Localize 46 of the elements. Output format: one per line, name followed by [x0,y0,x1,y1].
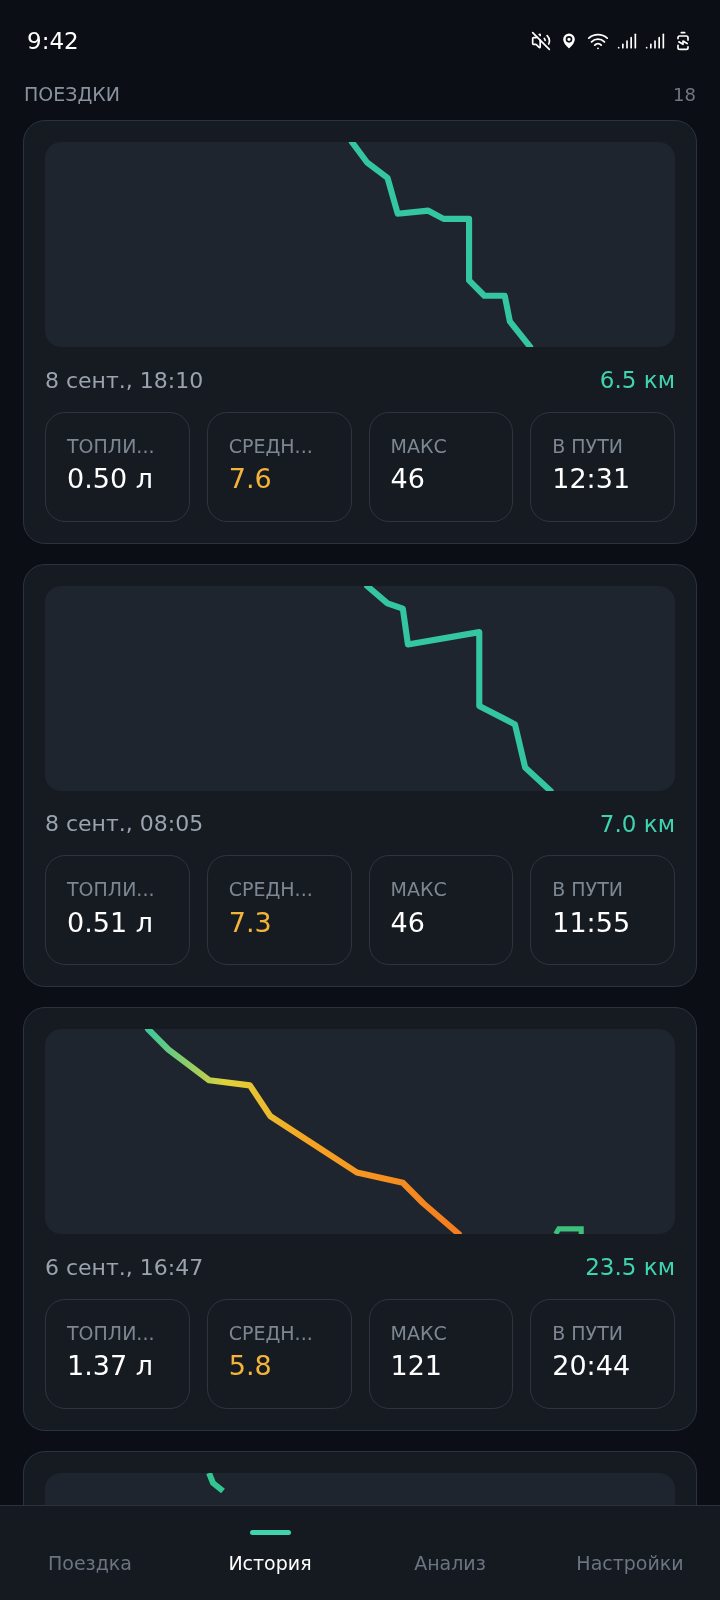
trip-count: 18 [673,82,696,107]
stat-label: СРЕДН... [228,878,314,902]
stat-value: 0.51 л [67,905,154,940]
stat-value: 12:31 [552,462,632,496]
status-time: 9:42 [27,26,79,56]
signal-icon [645,31,665,51]
stat-label: ТОПЛИ... [67,434,156,459]
trip-card[interactable]: 8 сент., 18:10 6.5 км ТОПЛИ... 0.50 л СРЕДН... 7.6 МАКС 46 В ПУТИ 12:31 [23,120,697,544]
trip-card[interactable]: 6 сент., 16:47 23.5 км ТОПЛИ... 1.37 л СРЕДН... 5.8 МАКС 121 В ПУТИ 20:44 [23,1007,697,1431]
stat-value: 5.8 [228,1349,273,1383]
section-title: ПОЕЗДКИ [24,81,120,107]
trip-card[interactable] [23,1450,697,1505]
trip-distance: 23.5 км [585,1253,675,1282]
mute-icon [531,31,551,51]
nav-tab[interactable]: История [180,1506,360,1600]
stat-label: МАКС [390,878,448,902]
stat-value: 20:44 [552,1349,632,1383]
nav-tab[interactable]: Настройки [540,1506,720,1600]
stat-value: 46 [390,462,426,496]
stat-label: ТОПЛИ... [67,1321,156,1346]
nav-tab[interactable]: Поездка [0,1506,180,1600]
signal-icon [617,31,637,51]
stat-label: МАКС [390,434,448,459]
trip-card[interactable]: 8 сент., 08:05 7.0 км ТОПЛИ... 0.51 л СРЕДН... 7.3 МАКС 46 В ПУТИ 11:55 [23,563,697,987]
trip-date: 8 сент., 18:10 [45,366,204,395]
stat-label: ТОПЛИ... [67,878,156,902]
location-icon [559,31,579,51]
trip-distance: 7.0 км [599,809,675,839]
stat-label: МАКС [390,1321,448,1346]
stat-label: В ПУТИ [552,878,624,902]
stat-value: 46 [390,905,426,940]
trip-distance: 6.5 км [599,366,675,395]
stat-label: В ПУТИ [552,1321,624,1346]
stat-value: 1.37 л [67,1349,154,1383]
stat-label: В ПУТИ [552,434,624,459]
stat-value: 0.50 л [67,462,154,496]
stat-value: 11:55 [552,905,632,940]
stat-label: СРЕДН... [228,1321,314,1346]
stat-value: 121 [390,1349,444,1383]
trip-date: 8 сент., 08:05 [45,810,204,839]
stat-value: 7.6 [228,462,273,496]
stat-value: 7.3 [228,905,273,940]
nav-tab[interactable]: Анализ [360,1506,540,1600]
route-line [206,1472,225,1493]
trip-date: 6 сент., 16:47 [45,1253,204,1282]
stat-label: СРЕДН... [228,434,314,459]
